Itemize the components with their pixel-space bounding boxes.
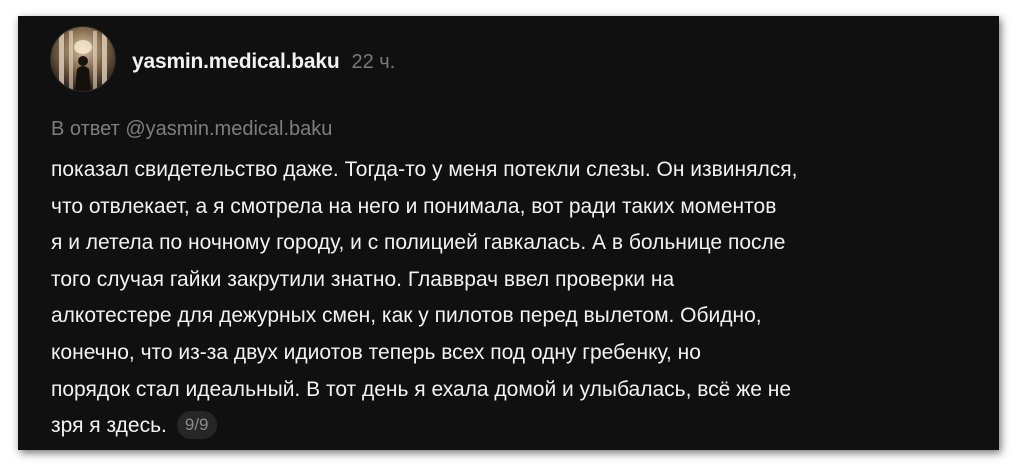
profile-avatar[interactable] [50, 26, 116, 92]
post-text-line-last: зря я здесь. 9/9 [51, 408, 981, 445]
post-text-line: конечно, что из-за двух идиотов теперь в… [51, 340, 701, 364]
username-link[interactable]: yasmin.medical.baku [132, 50, 340, 74]
reply-mention-link[interactable]: @yasmin.medical.baku [125, 118, 332, 140]
post-text-line: порядок стал идеальный. В тот день я еха… [51, 377, 792, 401]
thread-reply-card: yasmin.medical.baku 22 ч. В ответ @yasmi… [18, 16, 999, 450]
post-text-line: того случая гайки закрутили знатно. Глав… [51, 267, 675, 291]
post-text-line: что отвлекает, а я смотрела на него и по… [51, 194, 777, 218]
reply-prefix: В ответ [51, 118, 120, 140]
post-text-line-content: зря я здесь. [51, 414, 167, 438]
post-timestamp: 22 ч. [351, 51, 396, 73]
post-text-line: я и летела по ночному городу, и с полици… [51, 231, 786, 255]
post-header: yasmin.medical.baku 22 ч. [132, 50, 395, 80]
post-text: показал свидетельство даже. Тогда-то у м… [51, 152, 981, 445]
avatar-image [51, 27, 115, 91]
page-counter-badge: 9/9 [176, 411, 217, 440]
reply-to-label: В ответ @yasmin.medical.baku [51, 118, 332, 141]
post-text-line: показал свидетельство даже. Тогда-то у м… [51, 158, 798, 181]
post-text-line: алкотестере для дежурных смен, как у пил… [51, 304, 762, 328]
